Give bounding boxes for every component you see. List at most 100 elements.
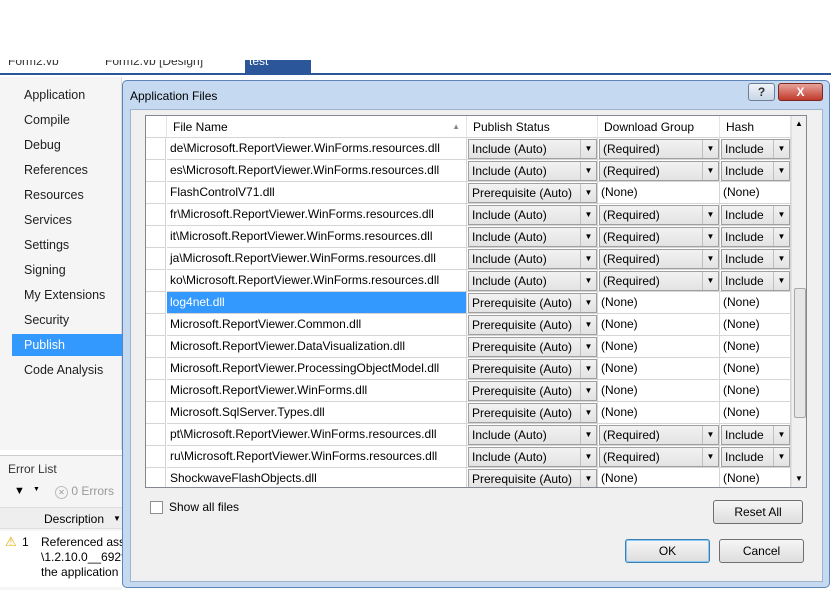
dropdown-arrow-icon[interactable]: ▼ — [702, 206, 718, 224]
sidebar-item-signing[interactable]: Signing — [12, 259, 122, 281]
errors-filter-button[interactable]: ✕ 0 Errors — [55, 484, 114, 499]
row-header[interactable] — [146, 182, 166, 204]
download-group-cell[interactable]: (None) — [598, 468, 720, 487]
row-header[interactable] — [146, 204, 166, 226]
dropdown-arrow-icon[interactable]: ▼ — [702, 250, 718, 268]
filter-dropdown-icon[interactable]: ▼ — [33, 486, 40, 493]
download-group-dropdown[interactable]: (Required) ▼ — [599, 161, 719, 181]
row-header[interactable] — [146, 446, 166, 468]
file-name-cell[interactable]: ko\Microsoft.ReportViewer.WinForms.resou… — [167, 270, 467, 292]
cancel-button[interactable]: Cancel — [719, 539, 804, 563]
sidebar-item-security[interactable]: Security — [12, 309, 122, 331]
publish-status-dropdown[interactable]: Prerequisite (Auto) ▼ — [468, 469, 597, 487]
error-list-row[interactable]: ⚠ 1 Referenced asse \1.2.10.0__692fb the… — [0, 531, 132, 587]
hash-dropdown[interactable]: Include ▼ — [721, 161, 790, 181]
hash-cell[interactable]: (None) — [720, 380, 791, 402]
dropdown-arrow-icon[interactable]: ▼ — [580, 360, 596, 378]
download-group-cell[interactable]: (None) — [598, 314, 720, 336]
sidebar-item-compile[interactable]: Compile — [12, 109, 122, 131]
hash-dropdown[interactable]: Include ▼ — [721, 249, 790, 269]
publish-status-dropdown[interactable]: Prerequisite (Auto) ▼ — [468, 183, 597, 203]
file-name-cell[interactable]: Microsoft.ReportViewer.Common.dll — [167, 314, 467, 336]
filter-icon[interactable]: ▼ — [14, 485, 25, 497]
download-group-cell[interactable]: (None) — [598, 380, 720, 402]
dropdown-arrow-icon[interactable]: ▼ — [773, 272, 789, 290]
row-header[interactable] — [146, 380, 166, 402]
dropdown-arrow-icon[interactable]: ▼ — [580, 140, 596, 158]
publish-status-dropdown[interactable]: Prerequisite (Auto) ▼ — [468, 359, 597, 379]
publish-status-dropdown[interactable]: Prerequisite (Auto) ▼ — [468, 403, 597, 423]
publish-status-dropdown[interactable]: Include (Auto) ▼ — [468, 205, 597, 225]
publish-status-dropdown[interactable]: Include (Auto) ▼ — [468, 161, 597, 181]
hash-dropdown[interactable]: Include ▼ — [721, 205, 790, 225]
file-name-cell[interactable]: Microsoft.ReportViewer.WinForms.dll — [167, 380, 467, 402]
dropdown-arrow-icon[interactable]: ▼ — [580, 338, 596, 356]
hash-dropdown[interactable]: Include ▼ — [721, 271, 790, 291]
file-name-cell[interactable]: de\Microsoft.ReportViewer.WinForms.resou… — [167, 138, 467, 160]
sidebar-item-resources[interactable]: Resources — [12, 184, 122, 206]
file-name-cell[interactable]: pt\Microsoft.ReportViewer.WinForms.resou… — [167, 424, 467, 446]
show-all-files-label[interactable]: Show all files — [169, 500, 239, 514]
dropdown-arrow-icon[interactable]: ▼ — [580, 228, 596, 246]
dropdown-arrow-icon[interactable]: ▼ — [580, 404, 596, 422]
download-group-cell[interactable]: (None) — [598, 336, 720, 358]
file-name-cell[interactable]: Microsoft.ReportViewer.ProcessingObjectM… — [167, 358, 467, 380]
sidebar-item-debug[interactable]: Debug — [12, 134, 122, 156]
row-header[interactable] — [146, 468, 166, 487]
row-header[interactable] — [146, 402, 166, 424]
row-header[interactable] — [146, 160, 166, 182]
download-group-dropdown[interactable]: (Required) ▼ — [599, 139, 719, 159]
hash-dropdown[interactable]: Include ▼ — [721, 227, 790, 247]
dropdown-arrow-icon[interactable]: ▼ — [580, 294, 596, 312]
file-name-cell[interactable]: Microsoft.ReportViewer.DataVisualization… — [167, 336, 467, 358]
help-button[interactable]: ? — [748, 83, 775, 101]
publish-status-dropdown[interactable]: Include (Auto) ▼ — [468, 249, 597, 269]
file-name-cell[interactable]: it\Microsoft.ReportViewer.WinForms.resou… — [167, 226, 467, 248]
file-name-cell[interactable]: FlashControlV71.dll — [167, 182, 467, 204]
download-group-dropdown[interactable]: (Required) ▼ — [599, 447, 719, 467]
column-header-publish-status[interactable]: Publish Status — [467, 116, 598, 138]
row-header[interactable] — [146, 358, 166, 380]
file-name-cell[interactable]: Microsoft.SqlServer.Types.dll — [167, 402, 467, 424]
scrollbar-thumb[interactable] — [794, 288, 806, 418]
sidebar-item-references[interactable]: References — [12, 159, 122, 181]
publish-status-dropdown[interactable]: Prerequisite (Auto) ▼ — [468, 293, 597, 313]
dropdown-arrow-icon[interactable]: ▼ — [580, 162, 596, 180]
show-all-files-checkbox[interactable] — [150, 501, 163, 514]
hash-cell[interactable]: (None) — [720, 468, 791, 487]
grid-vertical-scrollbar[interactable]: ▲ ▼ — [791, 116, 806, 487]
publish-status-dropdown[interactable]: Include (Auto) ▼ — [468, 227, 597, 247]
dropdown-arrow-icon[interactable]: ▼ — [580, 426, 596, 444]
column-header-file-name[interactable]: File Name ▲ — [167, 116, 467, 138]
sidebar-item-services[interactable]: Services — [12, 209, 122, 231]
row-header[interactable] — [146, 292, 166, 314]
file-name-cell[interactable]: ShockwaveFlashObjects.dll — [167, 468, 467, 487]
file-name-cell[interactable]: ru\Microsoft.ReportViewer.WinForms.resou… — [167, 446, 467, 468]
row-header[interactable] — [146, 226, 166, 248]
dropdown-arrow-icon[interactable]: ▼ — [773, 206, 789, 224]
dropdown-arrow-icon[interactable]: ▼ — [702, 272, 718, 290]
hash-cell[interactable]: (None) — [720, 292, 791, 314]
publish-status-dropdown[interactable]: Include (Auto) ▼ — [468, 139, 597, 159]
column-header-hash[interactable]: Hash — [720, 116, 791, 138]
download-group-dropdown[interactable]: (Required) ▼ — [599, 249, 719, 269]
publish-status-dropdown[interactable]: Prerequisite (Auto) ▼ — [468, 337, 597, 357]
tab-form2-vb[interactable]: Form2.vb — [8, 60, 59, 68]
dropdown-arrow-icon[interactable]: ▼ — [580, 382, 596, 400]
hash-cell[interactable]: (None) — [720, 336, 791, 358]
hash-dropdown[interactable]: Include ▼ — [721, 425, 790, 445]
dropdown-arrow-icon[interactable]: ▼ — [580, 272, 596, 290]
dropdown-arrow-icon[interactable]: ▼ — [773, 426, 789, 444]
dropdown-arrow-icon[interactable]: ▼ — [580, 470, 596, 487]
download-group-cell[interactable]: (None) — [598, 182, 720, 204]
dropdown-arrow-icon[interactable]: ▼ — [580, 316, 596, 334]
dropdown-arrow-icon[interactable]: ▼ — [702, 448, 718, 466]
download-group-dropdown[interactable]: (Required) ▼ — [599, 227, 719, 247]
dropdown-arrow-icon[interactable]: ▼ — [702, 162, 718, 180]
close-button[interactable]: X — [778, 83, 823, 101]
sidebar-item-settings[interactable]: Settings — [12, 234, 122, 256]
publish-status-dropdown[interactable]: Include (Auto) ▼ — [468, 271, 597, 291]
file-name-cell[interactable]: log4net.dll — [167, 292, 467, 314]
description-header[interactable]: Description — [44, 512, 104, 526]
file-name-cell[interactable]: fr\Microsoft.ReportViewer.WinForms.resou… — [167, 204, 467, 226]
